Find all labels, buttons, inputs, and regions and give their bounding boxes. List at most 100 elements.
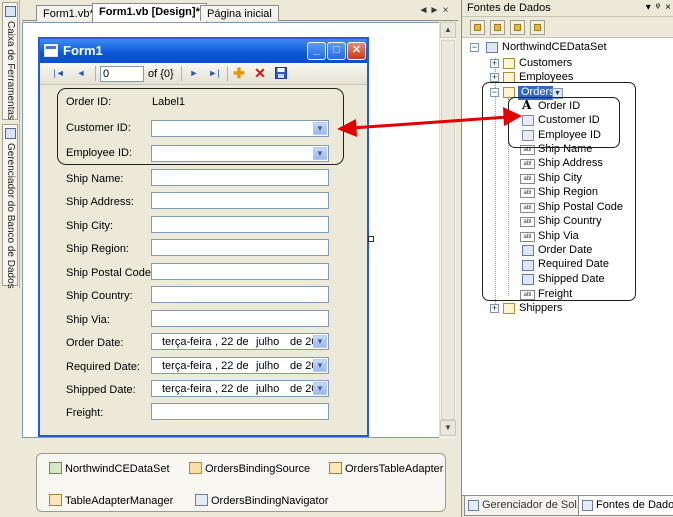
database-explorer-tab[interactable]: Gerenciador do Banco de Dados — [2, 124, 18, 289]
month-segment: julho — [256, 336, 280, 348]
ship-region-label: Ship Region: — [66, 243, 129, 255]
binding-source-icon — [189, 462, 202, 474]
separator — [227, 66, 228, 81]
highlight-outline — [57, 88, 344, 165]
auto-hide-pin-icon[interactable]: ᵠ — [656, 2, 660, 13]
form-titlebar[interactable]: Form1 _ □ ✕ — [40, 39, 367, 63]
move-next-icon[interactable]: ► — [187, 67, 201, 80]
close-document-icon[interactable]: × — [440, 5, 451, 16]
toolbox-tab[interactable]: Caixa de Ferramentas — [2, 2, 18, 120]
binding-navigator-icon — [195, 494, 208, 506]
chevron-down-icon[interactable]: ▼ — [313, 359, 327, 372]
separator — [95, 66, 96, 81]
document-tab-controls: ◄► × — [418, 5, 456, 17]
tab-label: Form1.vb [Design]* — [99, 6, 200, 18]
order-date-picker[interactable]: terça-feira , 22 de julho de 20 ▼ — [151, 333, 329, 350]
component-binding-source[interactable]: OrdersBindingSource — [189, 462, 310, 475]
delete-icon[interactable]: ✕ — [253, 66, 267, 80]
resize-handle[interactable] — [368, 236, 374, 242]
separator — [181, 66, 182, 81]
ship-country-label: Ship Country: — [66, 290, 133, 302]
close-button[interactable]: ✕ — [347, 42, 366, 60]
ship-region-input[interactable] — [151, 239, 329, 256]
component-table-adapter[interactable]: OrdersTableAdapter — [329, 462, 443, 475]
component-label: TableAdapterManager — [65, 495, 174, 507]
day-segment: , 22 de — [215, 383, 249, 395]
order-date-label: Order Date: — [66, 337, 124, 349]
ship-postal-code-label: Ship Postal Code: — [66, 267, 155, 279]
scroll-up-icon[interactable]: ▲ — [440, 22, 456, 38]
expand-icon[interactable]: + — [490, 304, 499, 313]
edit-dataset-icon — [494, 24, 501, 31]
form-title: Form1 — [63, 43, 103, 58]
record-count-label: of {0} — [148, 68, 174, 80]
chevron-down-icon[interactable]: ▼ — [313, 335, 327, 348]
toolbox-tab-label: Caixa de Ferramentas — [5, 21, 16, 120]
component-dataset[interactable]: NorthwindCEDataSet — [49, 462, 170, 475]
month-segment: julho — [256, 360, 280, 372]
tree-item-label: Customers — [519, 57, 573, 69]
scroll-left-icon[interactable]: ◄ — [418, 5, 429, 16]
panel-bottom-tabs: Gerenciador de Sol... Fontes de Dados — [462, 495, 673, 517]
save-icon[interactable] — [274, 67, 288, 80]
ship-name-label: Ship Name: — [66, 173, 124, 185]
add-data-source-icon — [474, 24, 481, 31]
table-icon — [503, 303, 515, 314]
window-position-icon[interactable]: ▾ — [646, 2, 651, 13]
refresh-icon — [534, 24, 541, 31]
move-first-icon[interactable]: |◄ — [52, 67, 66, 80]
add-data-source-button[interactable] — [470, 20, 485, 35]
month-segment: julho — [256, 383, 280, 395]
component-label: OrdersBindingSource — [205, 463, 311, 475]
scroll-right-icon[interactable]: ► — [429, 5, 440, 16]
ship-name-input[interactable] — [151, 169, 329, 186]
data-sources-icon — [582, 500, 593, 511]
configure-dataset-button[interactable] — [510, 20, 525, 35]
move-previous-icon[interactable]: ◄ — [74, 67, 88, 80]
dataset-icon — [486, 42, 498, 53]
component-label: NorthwindCEDataSet — [65, 463, 170, 475]
edit-dataset-button[interactable] — [490, 20, 505, 35]
tab-solution-explorer[interactable]: Gerenciador de Sol... — [464, 496, 590, 516]
shipped-date-picker[interactable]: terça-feira , 22 de julho de 20 ▼ — [151, 380, 329, 397]
configure-dataset-icon — [514, 24, 521, 31]
scroll-thumb[interactable] — [441, 40, 455, 420]
tab-form1-design[interactable]: Form1.vb [Design]* — [92, 3, 207, 22]
tab-data-sources[interactable]: Fontes de Dados — [578, 496, 673, 516]
ship-country-input[interactable] — [151, 286, 329, 303]
component-binding-navigator[interactable]: OrdersBindingNavigator — [195, 494, 328, 507]
ship-address-input[interactable] — [151, 192, 329, 209]
add-new-icon[interactable]: ✚ — [232, 66, 246, 80]
side-tool-strip: Caixa de Ferramentas Gerenciador do Banc… — [0, 0, 20, 289]
scroll-down-icon[interactable]: ▼ — [440, 420, 456, 436]
tab-start-page[interactable]: Página inicial — [200, 5, 279, 21]
toolbox-icon — [5, 6, 16, 17]
minimize-button[interactable]: _ — [307, 42, 326, 60]
collapse-icon[interactable]: − — [470, 43, 479, 52]
component-table-adapter-manager[interactable]: TableAdapterManager — [49, 494, 173, 507]
solution-explorer-icon — [468, 500, 479, 511]
move-last-icon[interactable]: ►| — [207, 67, 221, 80]
table-icon — [503, 58, 515, 69]
ship-city-input[interactable] — [151, 216, 329, 233]
form1-window[interactable]: Form1 _ □ ✕ |◄ ◄ 0 of {0} ► ►| ✚ ✕ Order… — [38, 37, 369, 437]
expand-icon[interactable]: + — [490, 73, 499, 82]
expand-icon[interactable]: + — [490, 59, 499, 68]
binding-navigator: |◄ ◄ 0 of {0} ► ►| ✚ ✕ — [40, 63, 367, 85]
tree-item-label: NorthwindCEDataSet — [502, 41, 607, 53]
maximize-button[interactable]: □ — [327, 42, 346, 60]
database-explorer-tab-label: Gerenciador do Banco de Dados — [5, 143, 16, 289]
required-date-picker[interactable]: terça-feira , 22 de julho de 20 ▼ — [151, 357, 329, 374]
data-sources-title: Fontes de Dados — [467, 2, 551, 14]
freight-label: Freight: — [66, 407, 104, 419]
ship-postal-code-input[interactable] — [151, 263, 329, 280]
ship-via-input[interactable] — [151, 310, 329, 327]
table-adapter-manager-icon — [49, 494, 62, 506]
chevron-down-icon[interactable]: ▼ — [313, 382, 327, 395]
freight-input[interactable] — [151, 403, 329, 420]
design-vertical-scrollbar[interactable]: ▲ ▼ — [439, 22, 456, 438]
position-input[interactable]: 0 — [100, 66, 144, 82]
form-window-icon — [44, 44, 58, 57]
close-panel-icon[interactable]: × — [665, 2, 671, 13]
refresh-button[interactable] — [530, 20, 545, 35]
